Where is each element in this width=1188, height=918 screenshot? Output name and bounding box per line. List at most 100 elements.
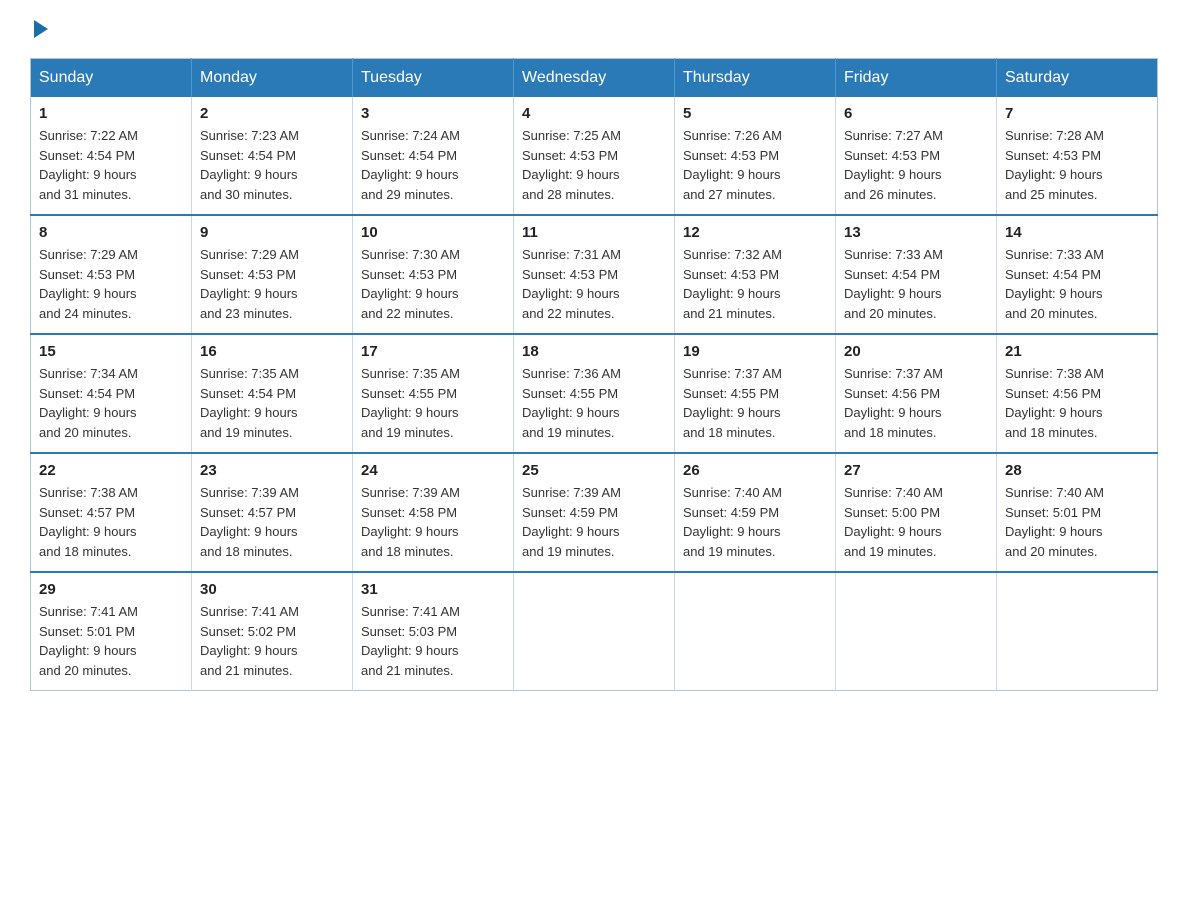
header-day-sunday: Sunday bbox=[31, 59, 192, 98]
logo-blue-text bbox=[30, 20, 48, 38]
day-number: 11 bbox=[522, 224, 666, 241]
header-day-friday: Friday bbox=[836, 59, 997, 98]
calendar-cell: 22 Sunrise: 7:38 AMSunset: 4:57 PMDaylig… bbox=[31, 453, 192, 572]
day-number: 24 bbox=[361, 462, 505, 479]
day-number: 30 bbox=[200, 581, 344, 598]
day-number: 22 bbox=[39, 462, 183, 479]
day-info: Sunrise: 7:30 AMSunset: 4:53 PMDaylight:… bbox=[361, 247, 460, 321]
calendar-cell: 28 Sunrise: 7:40 AMSunset: 5:01 PMDaylig… bbox=[997, 453, 1158, 572]
day-number: 15 bbox=[39, 343, 183, 360]
day-number: 1 bbox=[39, 105, 183, 122]
calendar-cell: 23 Sunrise: 7:39 AMSunset: 4:57 PMDaylig… bbox=[192, 453, 353, 572]
day-info: Sunrise: 7:35 AMSunset: 4:54 PMDaylight:… bbox=[200, 366, 299, 440]
calendar-cell: 2 Sunrise: 7:23 AMSunset: 4:54 PMDayligh… bbox=[192, 97, 353, 215]
calendar-cell: 29 Sunrise: 7:41 AMSunset: 5:01 PMDaylig… bbox=[31, 572, 192, 691]
header-day-thursday: Thursday bbox=[675, 59, 836, 98]
calendar-cell: 11 Sunrise: 7:31 AMSunset: 4:53 PMDaylig… bbox=[514, 215, 675, 334]
header-day-saturday: Saturday bbox=[997, 59, 1158, 98]
day-number: 29 bbox=[39, 581, 183, 598]
day-number: 19 bbox=[683, 343, 827, 360]
day-info: Sunrise: 7:29 AMSunset: 4:53 PMDaylight:… bbox=[39, 247, 138, 321]
calendar-week-row: 1 Sunrise: 7:22 AMSunset: 4:54 PMDayligh… bbox=[31, 97, 1158, 215]
day-info: Sunrise: 7:28 AMSunset: 4:53 PMDaylight:… bbox=[1005, 128, 1104, 202]
day-number: 23 bbox=[200, 462, 344, 479]
calendar-cell: 9 Sunrise: 7:29 AMSunset: 4:53 PMDayligh… bbox=[192, 215, 353, 334]
day-number: 31 bbox=[361, 581, 505, 598]
logo bbox=[30, 20, 48, 38]
day-number: 21 bbox=[1005, 343, 1149, 360]
day-number: 13 bbox=[844, 224, 988, 241]
day-info: Sunrise: 7:39 AMSunset: 4:58 PMDaylight:… bbox=[361, 485, 460, 559]
day-number: 14 bbox=[1005, 224, 1149, 241]
day-info: Sunrise: 7:24 AMSunset: 4:54 PMDaylight:… bbox=[361, 128, 460, 202]
day-number: 10 bbox=[361, 224, 505, 241]
day-number: 16 bbox=[200, 343, 344, 360]
calendar-cell: 27 Sunrise: 7:40 AMSunset: 5:00 PMDaylig… bbox=[836, 453, 997, 572]
header-day-tuesday: Tuesday bbox=[353, 59, 514, 98]
day-number: 27 bbox=[844, 462, 988, 479]
day-number: 6 bbox=[844, 105, 988, 122]
day-info: Sunrise: 7:38 AMSunset: 4:56 PMDaylight:… bbox=[1005, 366, 1104, 440]
calendar-cell: 17 Sunrise: 7:35 AMSunset: 4:55 PMDaylig… bbox=[353, 334, 514, 453]
day-info: Sunrise: 7:33 AMSunset: 4:54 PMDaylight:… bbox=[1005, 247, 1104, 321]
calendar-cell: 8 Sunrise: 7:29 AMSunset: 4:53 PMDayligh… bbox=[31, 215, 192, 334]
calendar-cell: 19 Sunrise: 7:37 AMSunset: 4:55 PMDaylig… bbox=[675, 334, 836, 453]
calendar-cell: 16 Sunrise: 7:35 AMSunset: 4:54 PMDaylig… bbox=[192, 334, 353, 453]
day-info: Sunrise: 7:40 AMSunset: 5:01 PMDaylight:… bbox=[1005, 485, 1104, 559]
calendar-week-row: 8 Sunrise: 7:29 AMSunset: 4:53 PMDayligh… bbox=[31, 215, 1158, 334]
page-header bbox=[30, 20, 1158, 38]
day-number: 12 bbox=[683, 224, 827, 241]
day-info: Sunrise: 7:39 AMSunset: 4:57 PMDaylight:… bbox=[200, 485, 299, 559]
day-info: Sunrise: 7:32 AMSunset: 4:53 PMDaylight:… bbox=[683, 247, 782, 321]
day-info: Sunrise: 7:39 AMSunset: 4:59 PMDaylight:… bbox=[522, 485, 621, 559]
logo-triangle-icon bbox=[34, 20, 48, 38]
calendar-cell: 14 Sunrise: 7:33 AMSunset: 4:54 PMDaylig… bbox=[997, 215, 1158, 334]
calendar-cell: 7 Sunrise: 7:28 AMSunset: 4:53 PMDayligh… bbox=[997, 97, 1158, 215]
day-number: 18 bbox=[522, 343, 666, 360]
day-info: Sunrise: 7:38 AMSunset: 4:57 PMDaylight:… bbox=[39, 485, 138, 559]
header-day-monday: Monday bbox=[192, 59, 353, 98]
calendar-cell: 13 Sunrise: 7:33 AMSunset: 4:54 PMDaylig… bbox=[836, 215, 997, 334]
day-info: Sunrise: 7:40 AMSunset: 4:59 PMDaylight:… bbox=[683, 485, 782, 559]
calendar-cell bbox=[675, 572, 836, 691]
day-info: Sunrise: 7:37 AMSunset: 4:56 PMDaylight:… bbox=[844, 366, 943, 440]
calendar-cell: 10 Sunrise: 7:30 AMSunset: 4:53 PMDaylig… bbox=[353, 215, 514, 334]
calendar-cell: 26 Sunrise: 7:40 AMSunset: 4:59 PMDaylig… bbox=[675, 453, 836, 572]
day-number: 17 bbox=[361, 343, 505, 360]
day-number: 5 bbox=[683, 105, 827, 122]
calendar-cell: 1 Sunrise: 7:22 AMSunset: 4:54 PMDayligh… bbox=[31, 97, 192, 215]
day-info: Sunrise: 7:25 AMSunset: 4:53 PMDaylight:… bbox=[522, 128, 621, 202]
day-info: Sunrise: 7:33 AMSunset: 4:54 PMDaylight:… bbox=[844, 247, 943, 321]
calendar-cell: 25 Sunrise: 7:39 AMSunset: 4:59 PMDaylig… bbox=[514, 453, 675, 572]
calendar-cell bbox=[997, 572, 1158, 691]
day-info: Sunrise: 7:31 AMSunset: 4:53 PMDaylight:… bbox=[522, 247, 621, 321]
calendar-cell: 12 Sunrise: 7:32 AMSunset: 4:53 PMDaylig… bbox=[675, 215, 836, 334]
day-number: 3 bbox=[361, 105, 505, 122]
calendar-header-row: SundayMondayTuesdayWednesdayThursdayFrid… bbox=[31, 59, 1158, 98]
day-info: Sunrise: 7:27 AMSunset: 4:53 PMDaylight:… bbox=[844, 128, 943, 202]
day-info: Sunrise: 7:22 AMSunset: 4:54 PMDaylight:… bbox=[39, 128, 138, 202]
day-info: Sunrise: 7:41 AMSunset: 5:02 PMDaylight:… bbox=[200, 604, 299, 678]
day-number: 28 bbox=[1005, 462, 1149, 479]
calendar-cell: 6 Sunrise: 7:27 AMSunset: 4:53 PMDayligh… bbox=[836, 97, 997, 215]
day-info: Sunrise: 7:26 AMSunset: 4:53 PMDaylight:… bbox=[683, 128, 782, 202]
calendar-cell: 20 Sunrise: 7:37 AMSunset: 4:56 PMDaylig… bbox=[836, 334, 997, 453]
day-number: 2 bbox=[200, 105, 344, 122]
day-number: 20 bbox=[844, 343, 988, 360]
day-info: Sunrise: 7:41 AMSunset: 5:03 PMDaylight:… bbox=[361, 604, 460, 678]
calendar-week-row: 29 Sunrise: 7:41 AMSunset: 5:01 PMDaylig… bbox=[31, 572, 1158, 691]
calendar-week-row: 15 Sunrise: 7:34 AMSunset: 4:54 PMDaylig… bbox=[31, 334, 1158, 453]
calendar-table: SundayMondayTuesdayWednesdayThursdayFrid… bbox=[30, 58, 1158, 691]
day-number: 4 bbox=[522, 105, 666, 122]
calendar-cell: 3 Sunrise: 7:24 AMSunset: 4:54 PMDayligh… bbox=[353, 97, 514, 215]
calendar-cell: 4 Sunrise: 7:25 AMSunset: 4:53 PMDayligh… bbox=[514, 97, 675, 215]
calendar-cell: 21 Sunrise: 7:38 AMSunset: 4:56 PMDaylig… bbox=[997, 334, 1158, 453]
day-info: Sunrise: 7:41 AMSunset: 5:01 PMDaylight:… bbox=[39, 604, 138, 678]
day-info: Sunrise: 7:29 AMSunset: 4:53 PMDaylight:… bbox=[200, 247, 299, 321]
calendar-cell: 31 Sunrise: 7:41 AMSunset: 5:03 PMDaylig… bbox=[353, 572, 514, 691]
day-info: Sunrise: 7:40 AMSunset: 5:00 PMDaylight:… bbox=[844, 485, 943, 559]
calendar-cell bbox=[514, 572, 675, 691]
calendar-cell: 24 Sunrise: 7:39 AMSunset: 4:58 PMDaylig… bbox=[353, 453, 514, 572]
calendar-cell: 30 Sunrise: 7:41 AMSunset: 5:02 PMDaylig… bbox=[192, 572, 353, 691]
calendar-cell bbox=[836, 572, 997, 691]
